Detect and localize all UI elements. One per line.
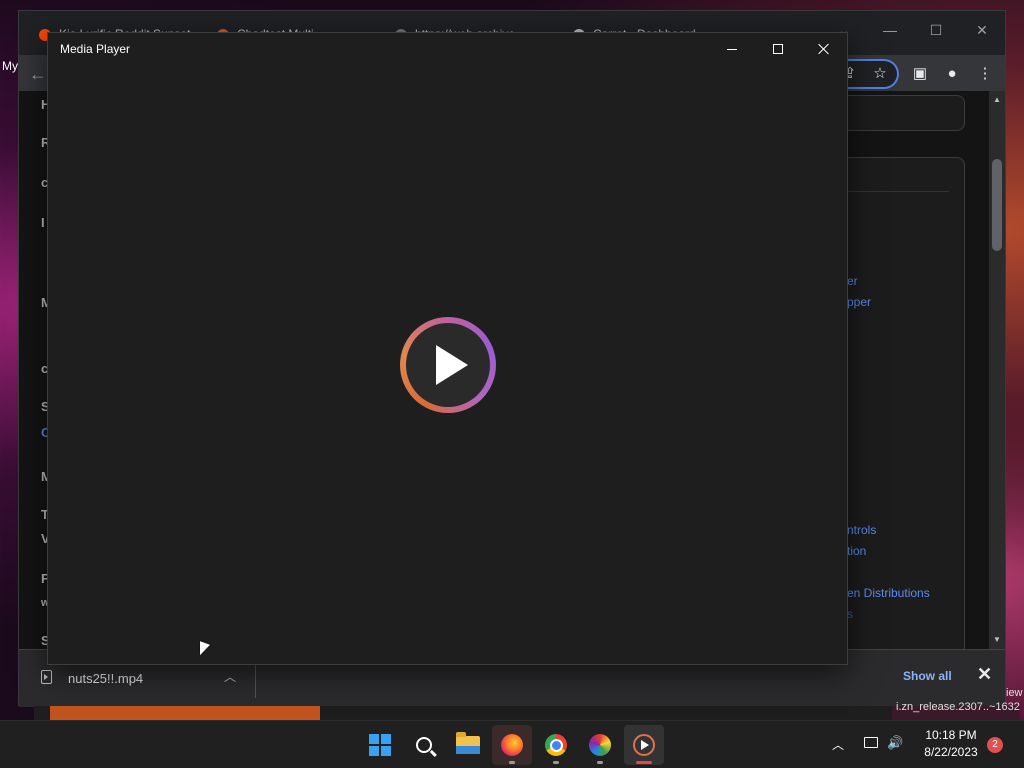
color-wheel-icon [589, 734, 611, 756]
taskbar-file-explorer[interactable] [448, 725, 488, 765]
taskbar: ︿ 🔊 10:18 PM 8/22/2023 2 [0, 720, 1024, 768]
background-window-strip [34, 706, 1020, 720]
maximize-icon [773, 44, 783, 54]
window-controls [709, 33, 847, 65]
close-icon [818, 43, 830, 55]
firefox-icon [501, 734, 523, 756]
window-title: Media Player [60, 42, 131, 56]
minimize-button[interactable] [709, 33, 755, 65]
taskbar-color-app[interactable] [580, 725, 620, 765]
volume-icon[interactable]: 🔊 [887, 735, 903, 751]
windows-logo-icon [369, 734, 391, 756]
chrome-menu-icon[interactable]: ⋮ [974, 63, 996, 85]
scroll-up-arrow-icon[interactable]: ▲ [991, 94, 1003, 106]
desktop-icon-label: My [2, 59, 18, 73]
taskbar-clock[interactable]: 10:18 PM 8/22/2023 [918, 727, 984, 761]
background-window-text: iew [1006, 687, 1023, 699]
scroll-down-arrow-icon[interactable]: ▼ [991, 634, 1003, 646]
taskbar-media-player[interactable] [624, 725, 664, 765]
start-button[interactable] [360, 725, 400, 765]
show-all-button[interactable]: Show all [903, 669, 952, 683]
side-panel-icon[interactable]: ▣ [909, 63, 931, 85]
background-window-text: i.zn_release.2307..~1632 [896, 701, 1020, 713]
media-player-icon [633, 734, 655, 756]
page-link[interactable]: en Distributions [847, 586, 930, 600]
maximize-button[interactable] [755, 33, 801, 65]
divider [847, 191, 949, 192]
clock-date: 8/22/2023 [924, 745, 978, 759]
content-card [847, 95, 965, 131]
chrome-window-controls: ⌄ — ☐ ✕ [821, 15, 1005, 45]
page-link[interactable]: tion [847, 544, 866, 558]
bookmark-star-icon[interactable]: ☆ [869, 63, 891, 85]
chevron-up-icon[interactable]: ︿ [224, 668, 236, 685]
taskbar-chrome[interactable] [536, 725, 576, 765]
close-button[interactable] [801, 33, 847, 65]
chrome-icon [545, 734, 567, 756]
folder-icon [456, 732, 480, 754]
page-text: I [41, 215, 45, 230]
chrome-close-button[interactable]: ✕ [959, 15, 1005, 45]
chrome-maximize-button[interactable]: ☐ [913, 15, 959, 45]
content-card [847, 157, 965, 657]
show-hidden-icons-chevron-icon[interactable]: ︿ [832, 736, 844, 753]
play-icon [436, 345, 468, 385]
minimize-icon [727, 48, 737, 50]
taskbar-search-button[interactable] [404, 725, 444, 765]
back-arrow-icon[interactable]: ← [27, 63, 49, 85]
page-link[interactable]: pper [847, 295, 871, 309]
download-filename: nuts25!!.mp4 [68, 671, 144, 686]
play-button[interactable] [400, 317, 496, 413]
page-link[interactable]: ntrols [847, 523, 876, 537]
page-link[interactable]: er [847, 274, 858, 288]
chrome-minimize-button[interactable]: — [867, 15, 913, 45]
clock-time: 10:18 PM [925, 728, 977, 742]
notification-badge[interactable]: 2 [987, 737, 1003, 753]
scrollbar-thumb[interactable] [992, 159, 1002, 251]
video-file-icon [41, 670, 52, 684]
network-icon[interactable] [864, 737, 878, 748]
media-player-window[interactable]: Media Player [47, 32, 848, 665]
close-download-bar-icon[interactable]: ✕ [977, 664, 992, 685]
search-icon [416, 737, 432, 753]
taskbar-firefox[interactable] [492, 725, 532, 765]
profile-icon[interactable]: ● [941, 63, 963, 85]
